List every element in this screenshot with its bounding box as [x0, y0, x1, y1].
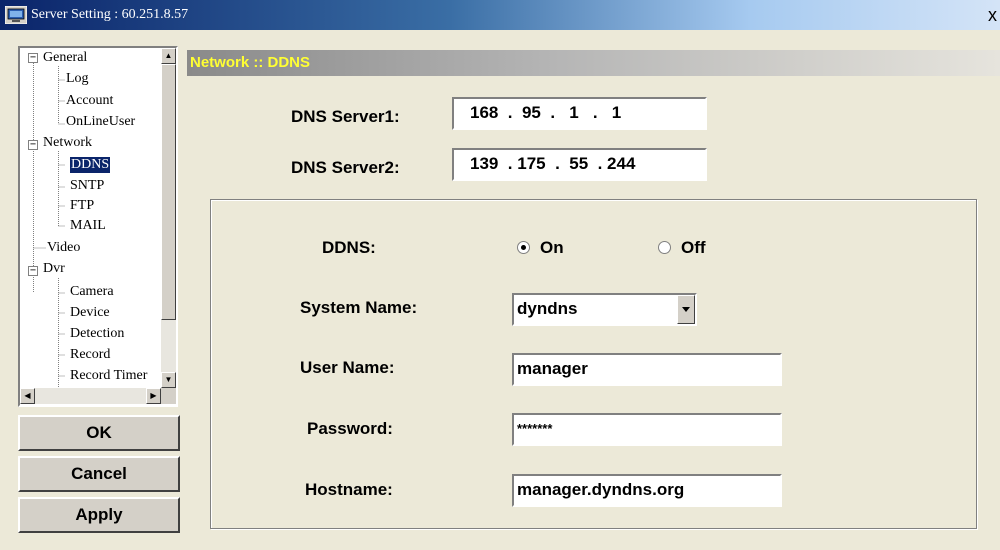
tree-item-ddns[interactable]: DDNS	[70, 157, 111, 173]
tree-item-account[interactable]: Account	[66, 93, 113, 109]
dns-server2-label: DNS Server2:	[291, 158, 400, 177]
ddns-on-radio[interactable]	[517, 241, 530, 254]
system-name-select[interactable]: dyndns	[512, 293, 697, 326]
tree-item-detection[interactable]: Detection	[70, 326, 124, 342]
collapse-network-icon[interactable]: −	[28, 140, 38, 150]
ddns-label: DDNS:	[322, 238, 376, 257]
dns-server2-input[interactable]: 139 . 175 . 55 . 244	[452, 148, 707, 181]
tree-item-general[interactable]: General	[43, 50, 87, 66]
server-window-icon	[4, 5, 28, 25]
section-header: Network :: DDNS	[187, 50, 1000, 76]
collapse-general-icon[interactable]: −	[28, 53, 38, 63]
dns-server1-label: DNS Server1:	[291, 107, 400, 126]
tree-item-onlineuser[interactable]: OnLineUser	[66, 114, 135, 130]
tree-item-video[interactable]: Video	[47, 240, 80, 256]
tree-item-dvr[interactable]: Dvr	[43, 261, 65, 277]
ddns-on-label[interactable]: On	[540, 238, 564, 258]
scroll-up-icon[interactable]: ▲	[161, 48, 176, 64]
tree-item-log[interactable]: Log	[66, 71, 89, 87]
close-icon[interactable]: x	[985, 5, 1000, 25]
scroll-left-icon[interactable]: ◀	[20, 388, 35, 404]
window-title: Server Setting : 60.251.8.57	[31, 7, 189, 22]
radio-selected-dot-icon	[521, 245, 526, 250]
title-bar[interactable]: Server Setting : 60.251.8.57 x	[0, 0, 1000, 30]
system-name-label: System Name:	[300, 298, 418, 317]
tree-item-sntp[interactable]: SNTP	[70, 178, 104, 194]
collapse-dvr-icon[interactable]: −	[28, 266, 38, 276]
section-title: Network :: DDNS	[190, 54, 311, 71]
dns-server1-input[interactable]: 168 . 95 . 1 . 1	[452, 97, 707, 130]
user-name-input[interactable]: manager	[512, 353, 782, 386]
dropdown-arrow-icon[interactable]	[677, 295, 695, 324]
scroll-right-icon[interactable]: ▶	[146, 388, 161, 404]
user-name-label: User Name:	[300, 358, 395, 377]
tree-item-network[interactable]: Network	[43, 135, 92, 151]
ddns-off-label[interactable]: Off	[681, 238, 706, 258]
tree-item-mail[interactable]: MAIL	[70, 218, 106, 234]
password-label: Password:	[307, 419, 393, 438]
vertical-scroll-thumb[interactable]	[161, 64, 176, 320]
tree-item-ftp[interactable]: FTP	[70, 198, 94, 214]
ok-button[interactable]: OK	[18, 415, 180, 451]
tree-item-device[interactable]: Device	[70, 305, 110, 321]
scrollbar-corner	[161, 388, 176, 404]
cancel-button[interactable]: Cancel	[18, 456, 180, 492]
scroll-down-icon[interactable]: ▼	[161, 372, 176, 388]
tree-horizontal-scrollbar[interactable]: ◀ ▶	[20, 388, 161, 404]
system-name-value: dyndns	[517, 299, 578, 318]
hostname-label: Hostname:	[305, 480, 393, 499]
apply-button[interactable]: Apply	[18, 497, 180, 533]
settings-tree[interactable]: − General Log Account OnLineUser − Netwo…	[18, 46, 178, 407]
tree-item-record[interactable]: Record	[70, 347, 110, 363]
ddns-off-radio[interactable]	[658, 241, 671, 254]
tree-vertical-scrollbar[interactable]: ▲ ▼	[161, 48, 176, 388]
hostname-input[interactable]: manager.dyndns.org	[512, 474, 782, 507]
tree-item-record-timer[interactable]: Record Timer	[70, 368, 147, 384]
password-input[interactable]: *******	[512, 413, 782, 446]
tree-item-camera[interactable]: Camera	[70, 284, 114, 300]
